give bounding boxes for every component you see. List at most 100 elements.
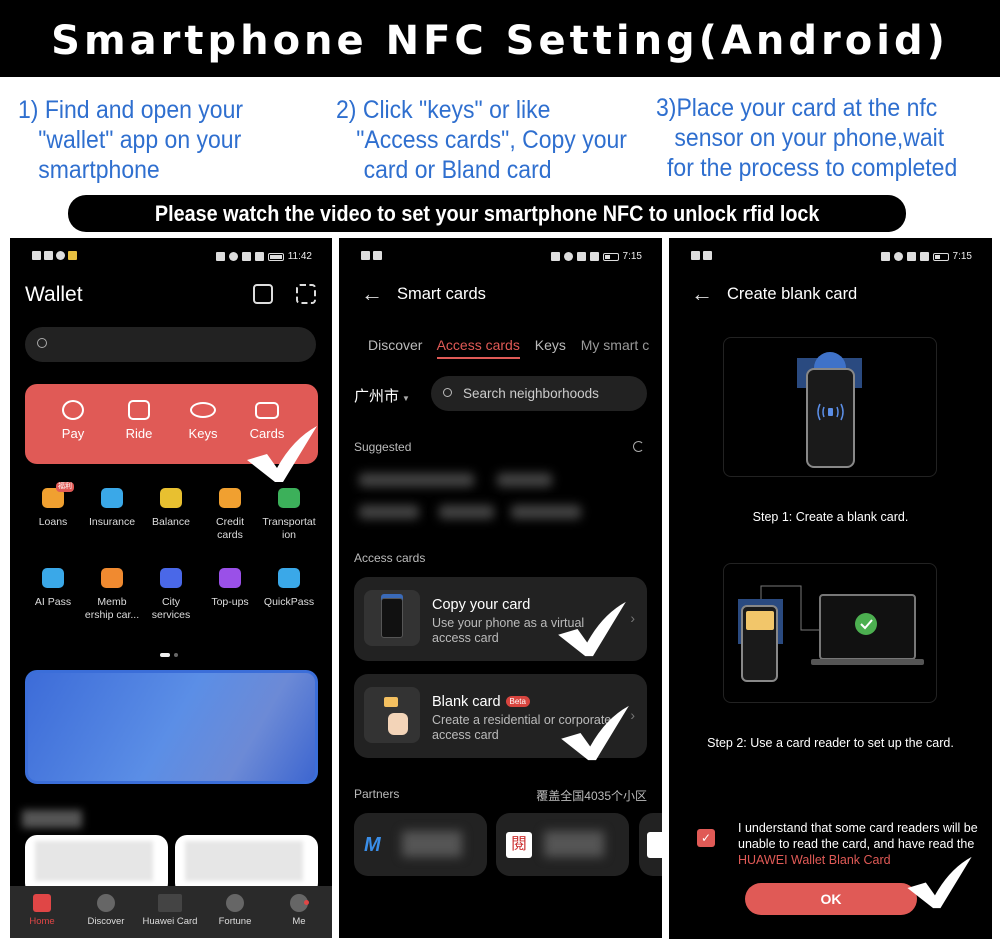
checkmark-icon: [558, 601, 626, 657]
service-item[interactable]: City services: [141, 568, 201, 622]
card-icon: [255, 402, 279, 419]
step-line: card or Bland card: [363, 156, 552, 184]
step-line: 1) Find and open your: [18, 96, 244, 124]
step-2-illustration: [723, 563, 937, 703]
service-label: Insurance: [88, 516, 136, 528]
city-services-icon: [160, 568, 182, 588]
loans-badge: 福利: [56, 482, 74, 492]
bottom-navigation: Home Discover Huawei Card Fortune Me: [10, 886, 332, 938]
suggested-item-blurred[interactable]: [497, 473, 552, 487]
service-item[interactable]: Balance: [141, 488, 201, 529]
quick-action-pay[interactable]: Pay: [43, 400, 103, 441]
partner-logo: M: [364, 834, 381, 856]
search-neighborhoods-input[interactable]: Search neighborhoods: [431, 376, 647, 411]
huawei-card-icon: [158, 894, 182, 912]
step-2-instructions: 2) Click "keys" or like "Access cards", …: [336, 95, 627, 185]
partner-logo: [647, 832, 662, 858]
step-1-illustration: [723, 337, 937, 477]
partner-card[interactable]: [639, 813, 662, 876]
service-item[interactable]: Loans 福利: [23, 482, 83, 529]
nav-item-fortune[interactable]: Fortune: [203, 894, 267, 927]
agree-checkbox[interactable]: ✓: [697, 829, 715, 847]
search-input[interactable]: [25, 327, 316, 362]
quick-action-label: Pay: [61, 426, 85, 441]
signal-icon: [44, 251, 53, 260]
service-item[interactable]: Insurance: [82, 488, 142, 529]
status-time: 11:42: [287, 251, 312, 262]
access-cards-label: Access cards: [354, 551, 426, 565]
nav-label: Discover: [87, 916, 125, 927]
notification-icon: [68, 251, 77, 260]
partner-card[interactable]: 閱: [496, 813, 629, 876]
blank-card-thumbnail: [364, 687, 420, 743]
service-item[interactable]: Top-ups: [200, 568, 260, 609]
step-line: 3)Place your card at the nfc: [656, 94, 938, 122]
service-label: Memb ership car...: [84, 596, 140, 621]
tab-discover[interactable]: Discover: [368, 337, 422, 353]
checkmark-icon: [561, 705, 629, 761]
nav-item-home[interactable]: Home: [10, 894, 74, 927]
transport-icon: [278, 488, 300, 508]
service-item[interactable]: Transportat ion: [259, 488, 319, 542]
suggested-item-blurred[interactable]: [511, 505, 581, 519]
credit-card-icon: [219, 488, 241, 508]
nav-label: Huawei Card: [142, 916, 198, 927]
service-item[interactable]: QuickPass: [259, 568, 319, 609]
video-banner-text: Please watch the video to set your smart…: [154, 201, 820, 226]
coin-icon: [160, 488, 182, 508]
status-time: 7:15: [952, 251, 972, 262]
service-item[interactable]: Credit cards: [200, 488, 260, 542]
nav-item-discover[interactable]: Discover: [74, 894, 138, 927]
back-arrow-icon[interactable]: ←: [691, 283, 713, 305]
phone-smart-cards-screen: 7:15 ← Smart cards Discover Access cards…: [339, 238, 662, 938]
step-line: "Access cards", Copy your: [356, 126, 627, 154]
ok-button[interactable]: OK: [745, 883, 917, 915]
service-label: AI Pass: [34, 596, 72, 608]
nav-item-huawei-card[interactable]: Huawei Card: [138, 894, 202, 927]
status-bar: 11:42: [10, 251, 332, 265]
search-placeholder: Search neighborhoods: [463, 386, 599, 401]
step-line: sensor on your phone,wait: [674, 124, 945, 152]
qr-code-icon[interactable]: [253, 284, 273, 304]
chevron-right-icon: ›: [630, 610, 635, 626]
vibrate-icon: [589, 252, 599, 261]
back-arrow-icon[interactable]: ←: [361, 283, 383, 305]
service-item[interactable]: AI Pass: [23, 568, 83, 609]
quick-action-ride[interactable]: Ride: [109, 400, 169, 441]
terms-link[interactable]: HUAWEI Wallet Blank Card: [738, 853, 891, 867]
nav-item-me[interactable]: Me: [267, 894, 331, 927]
phone-wallet-screen: 11:42 Wallet Pay Ride Keys Cards Loans 福利…: [10, 238, 332, 938]
status-bar: 7:15: [339, 251, 662, 265]
quick-action-keys[interactable]: Keys: [173, 400, 233, 441]
suggested-item-blurred[interactable]: [359, 505, 419, 519]
partner-card[interactable]: M: [354, 813, 487, 876]
suggested-item-blurred[interactable]: [359, 473, 474, 487]
status-time: 7:15: [622, 251, 642, 262]
service-item[interactable]: Memb ership car...: [82, 568, 142, 622]
city-selector[interactable]: 广州市 ▼: [354, 385, 410, 406]
bluetooth-icon: [906, 252, 916, 261]
nfc-icon: [550, 252, 560, 261]
service-label: Loans: [38, 516, 68, 528]
page-indicator: [160, 644, 182, 662]
quickpass-icon: [278, 568, 300, 588]
nav-label: Home: [29, 916, 55, 927]
tab-my-smart-cards[interactable]: My smart c: [581, 337, 649, 353]
promo-banner[interactable]: [25, 670, 318, 784]
service-label: Balance: [152, 516, 190, 528]
umbrella-icon: [101, 488, 123, 508]
search-icon: [443, 388, 452, 397]
nfc-phone-illustration: [797, 352, 862, 468]
page-title: Smartphone NFC Setting(Android): [0, 0, 1000, 77]
step-1-text: Step 1: Create a blank card.: [752, 510, 909, 524]
phone-create-blank-card-screen: 7:15 ← Create blank card Step 1: Create …: [669, 238, 992, 939]
scan-icon[interactable]: [296, 284, 316, 304]
card-title: Blank card Beta: [432, 694, 530, 710]
wallet-title: Wallet: [25, 283, 83, 306]
tab-keys[interactable]: Keys: [535, 337, 566, 353]
nfc-icon: [215, 252, 225, 261]
tab-access-cards[interactable]: Access cards: [436, 337, 520, 359]
step-line: "wallet" app on your: [38, 126, 242, 154]
suggested-item-blurred[interactable]: [439, 505, 494, 519]
refresh-icon[interactable]: [633, 441, 644, 452]
